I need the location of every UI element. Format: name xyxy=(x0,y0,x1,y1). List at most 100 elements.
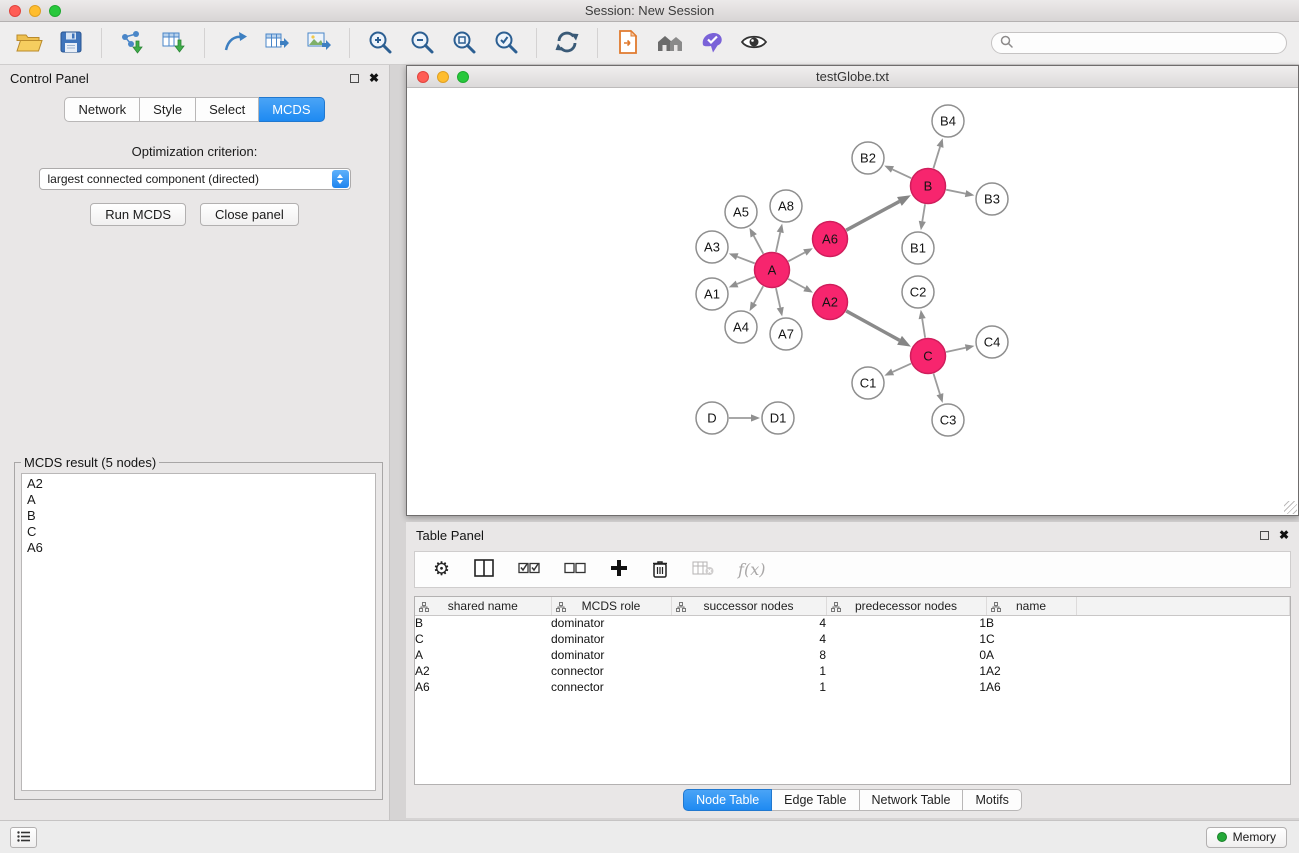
tab-network[interactable]: Network xyxy=(64,97,140,122)
table-cell[interactable]: C xyxy=(415,631,551,647)
table-cell[interactable]: 1 xyxy=(671,679,826,695)
tab-mcds[interactable]: MCDS xyxy=(259,97,324,122)
memory-button[interactable]: Memory xyxy=(1206,827,1287,848)
mcds-result-list[interactable]: A2ABCA6 xyxy=(21,473,376,791)
graph-edge-A-A5[interactable] xyxy=(754,236,764,254)
tab-motifs[interactable]: Motifs xyxy=(963,789,1021,811)
import-table-button[interactable] xyxy=(153,24,195,62)
table-cell[interactable]: 1 xyxy=(826,679,986,695)
home-views-button[interactable] xyxy=(649,24,691,62)
table-cell[interactable]: 1 xyxy=(826,615,986,631)
table-cell[interactable]: 4 xyxy=(671,615,826,631)
column-visibility-button[interactable] xyxy=(474,559,494,580)
graph-node-A3[interactable]: A3 xyxy=(696,231,728,263)
result-item[interactable]: C xyxy=(27,524,370,540)
graph-node-B1[interactable]: B1 xyxy=(902,232,934,264)
table-cell[interactable]: dominator xyxy=(551,631,671,647)
table-settings-button[interactable]: ⚙ xyxy=(433,560,450,579)
column-header-MCDS-role[interactable]: MCDS role xyxy=(551,597,671,615)
graph-node-A8[interactable]: A8 xyxy=(770,190,802,222)
table-cell[interactable]: dominator xyxy=(551,615,671,631)
apply-layout-button[interactable] xyxy=(546,24,588,62)
column-header-predecessor-nodes[interactable]: predecessor nodes xyxy=(826,597,986,615)
function-builder-button[interactable]: f(x) xyxy=(738,560,765,579)
graph-edge-B-B1[interactable] xyxy=(922,204,925,221)
import-network-button[interactable] xyxy=(111,24,153,62)
table-cell[interactable]: connector xyxy=(551,679,671,695)
graph-edge-B-B2[interactable] xyxy=(892,169,911,178)
zoom-out-button[interactable] xyxy=(401,24,443,62)
save-session-button[interactable] xyxy=(50,24,92,62)
network-canvas-area[interactable]: B4B2BB3A5A8A6B1A3AC2A1A2A4A7CC4C1C3DD1 xyxy=(407,88,1298,515)
network-window-titlebar[interactable]: testGlobe.txt xyxy=(407,66,1298,88)
result-item[interactable]: A xyxy=(27,492,370,508)
graph-edge-A-A6[interactable] xyxy=(788,252,805,261)
graph-node-B4[interactable]: B4 xyxy=(932,105,964,137)
graph-node-C1[interactable]: C1 xyxy=(852,367,884,399)
graph-node-D1[interactable]: D1 xyxy=(762,402,794,434)
table-float-panel-icon[interactable] xyxy=(1260,531,1269,540)
tab-node-table[interactable]: Node Table xyxy=(683,789,772,811)
close-panel-icon[interactable]: ✖ xyxy=(369,72,379,84)
table-cell[interactable]: A xyxy=(415,647,551,663)
open-document-button[interactable] xyxy=(607,24,649,62)
graph-edge-A-A8[interactable] xyxy=(776,232,780,252)
graph-node-C4[interactable]: C4 xyxy=(976,326,1008,358)
graph-edge-B-B4[interactable] xyxy=(933,147,940,169)
table-cell[interactable]: A xyxy=(986,647,1076,663)
column-header-successor-nodes[interactable]: successor nodes xyxy=(671,597,826,615)
window-resize-grip[interactable] xyxy=(1284,501,1297,514)
graph-node-B3[interactable]: B3 xyxy=(976,183,1008,215)
graph-node-A6[interactable]: A6 xyxy=(813,222,848,257)
table-cell[interactable]: 1 xyxy=(826,631,986,647)
graph-node-D[interactable]: D xyxy=(696,402,728,434)
float-panel-icon[interactable] xyxy=(350,74,359,83)
table-cell[interactable]: 4 xyxy=(671,631,826,647)
export-table-button[interactable] xyxy=(256,24,298,62)
show-hide-details-button[interactable] xyxy=(733,24,775,62)
graph-edge-A6-B[interactable] xyxy=(846,201,899,230)
optimization-criterion-dropdown[interactable]: largest connected component (directed) xyxy=(39,168,351,190)
table-cell[interactable]: dominator xyxy=(551,647,671,663)
table-cell[interactable]: 1 xyxy=(826,663,986,679)
table-cell[interactable]: C xyxy=(986,631,1076,647)
table-cell[interactable]: B xyxy=(986,615,1076,631)
graph-edge-A2-C[interactable] xyxy=(846,311,899,340)
graph-node-A2[interactable]: A2 xyxy=(813,285,848,320)
deselect-all-button[interactable] xyxy=(564,561,586,578)
zoom-fit-button[interactable] xyxy=(443,24,485,62)
result-item[interactable]: A2 xyxy=(27,476,370,492)
result-item[interactable]: B xyxy=(27,508,370,524)
graph-node-A[interactable]: A xyxy=(755,253,790,288)
table-close-panel-icon[interactable]: ✖ xyxy=(1279,529,1289,541)
graph-edge-C-C2[interactable] xyxy=(922,319,925,338)
zoom-selected-button[interactable] xyxy=(485,24,527,62)
graph-edge-C-C3[interactable] xyxy=(934,374,940,395)
add-column-button[interactable] xyxy=(610,559,628,580)
close-panel-button[interactable]: Close panel xyxy=(200,203,299,226)
zoom-in-button[interactable] xyxy=(359,24,401,62)
graph-edge-A-A2[interactable] xyxy=(788,279,805,288)
graph-node-A5[interactable]: A5 xyxy=(725,196,757,228)
graph-node-A1[interactable]: A1 xyxy=(696,278,728,310)
graph-node-B2[interactable]: B2 xyxy=(852,142,884,174)
graph-edge-C-C4[interactable] xyxy=(946,348,966,352)
graph-edge-C-C1[interactable] xyxy=(893,364,912,372)
graph-node-B[interactable]: B xyxy=(911,169,946,204)
graph-edge-A-A4[interactable] xyxy=(754,286,763,303)
run-mcds-button[interactable]: Run MCDS xyxy=(90,203,186,226)
graph-node-C[interactable]: C xyxy=(911,339,946,374)
search-box[interactable] xyxy=(991,32,1287,54)
table-cell[interactable]: A2 xyxy=(986,663,1076,679)
graph-node-C3[interactable]: C3 xyxy=(932,404,964,436)
table-cell[interactable]: A6 xyxy=(415,679,551,695)
table-cell[interactable]: 1 xyxy=(671,663,826,679)
column-header-name[interactable]: name xyxy=(986,597,1076,615)
graph-node-A7[interactable]: A7 xyxy=(770,318,802,350)
validate-style-button[interactable] xyxy=(691,24,733,62)
open-session-button[interactable] xyxy=(8,24,50,62)
table-cell[interactable]: 0 xyxy=(826,647,986,663)
graph-node-C2[interactable]: C2 xyxy=(902,276,934,308)
table-cell[interactable]: B xyxy=(415,615,551,631)
graph-edge-A-A3[interactable] xyxy=(737,257,755,264)
